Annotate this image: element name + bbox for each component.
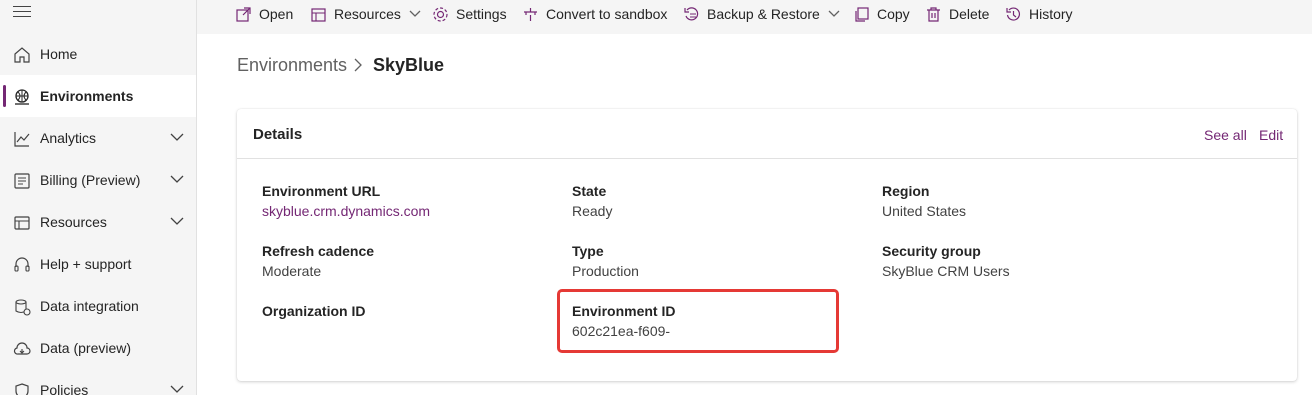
- sidebar-item-label: Help + support: [40, 256, 132, 272]
- settings-label: Settings: [456, 6, 507, 22]
- backup-label: Backup & Restore: [707, 6, 820, 22]
- backup-restore-menu-button[interactable]: Backup & Restore: [683, 0, 840, 28]
- state-label: State: [572, 183, 607, 199]
- open-label: Open: [259, 6, 294, 22]
- resources-icon: [14, 216, 30, 230]
- chevron-down-icon[interactable]: [170, 384, 184, 394]
- data-integration-icon: [15, 299, 31, 316]
- refresh-cadence-value: Moderate: [262, 263, 322, 279]
- chevron-down-icon: [409, 10, 421, 17]
- sidebar-item-label: Billing (Preview): [40, 172, 141, 188]
- sidebar-item-label: Data integration: [40, 298, 139, 314]
- copy-button[interactable]: Copy: [853, 0, 910, 28]
- trash-icon: [927, 6, 940, 22]
- delete-label: Delete: [949, 6, 990, 22]
- sidebar-item-billing[interactable]: Billing (Preview): [0, 159, 196, 201]
- history-icon: [1006, 7, 1021, 21]
- sidebar-item-policies[interactable]: Policies: [0, 369, 196, 395]
- copy-icon: [855, 6, 869, 22]
- data-preview-icon: [13, 342, 31, 355]
- security-group-value: SkyBlue CRM Users: [882, 263, 1010, 279]
- command-bar: Open Resources Settings Convert to sandb…: [197, 0, 1312, 34]
- type-label: Type: [572, 243, 604, 259]
- sidebar-item-resources[interactable]: Resources: [0, 201, 196, 243]
- sidebar-item-label: Analytics: [40, 130, 97, 146]
- state-value: Ready: [572, 203, 613, 219]
- environments-icon: [15, 89, 29, 105]
- sidebar-item-label: Policies: [40, 382, 89, 395]
- environment-url-link[interactable]: skyblue.crm.dynamics.com: [262, 203, 430, 219]
- policies-icon: [15, 383, 29, 395]
- sidebar-item-label: Home: [40, 46, 78, 62]
- sidebar-item-label: Data (preview): [40, 340, 132, 356]
- hamburger-menu-icon[interactable]: [13, 6, 31, 18]
- sidebar-item-label: Environments: [40, 88, 134, 104]
- convert-to-sandbox-button[interactable]: Convert to sandbox: [522, 0, 667, 28]
- copy-label: Copy: [877, 6, 910, 22]
- breadcrumb-environments-link[interactable]: Environments: [237, 55, 347, 76]
- chevron-right-icon: [354, 58, 362, 72]
- resources-icon: [311, 7, 326, 22]
- details-card-header: Details See all Edit: [237, 109, 1297, 159]
- refresh-cadence-label: Refresh cadence: [262, 243, 375, 259]
- headset-icon: [14, 257, 30, 272]
- type-value: Production: [572, 263, 639, 279]
- chevron-down-icon: [828, 10, 840, 17]
- sidebar-item-environments[interactable]: Environments: [0, 75, 196, 117]
- sidebar: Home Environments Analytics Billing (Pre…: [0, 0, 197, 395]
- region-label: Region: [882, 183, 930, 199]
- chevron-down-icon[interactable]: [170, 174, 184, 184]
- open-button[interactable]: Open: [235, 0, 293, 28]
- convert-label: Convert to sandbox: [546, 6, 668, 22]
- sidebar-item-data-preview[interactable]: Data (preview): [0, 327, 196, 369]
- region-value: United States: [882, 203, 967, 219]
- sidebar-item-data-integration[interactable]: Data integration: [0, 285, 196, 327]
- history-label: History: [1029, 6, 1073, 22]
- open-external-icon: [236, 6, 251, 22]
- highlight-box: [557, 289, 839, 353]
- sidebar-item-help[interactable]: Help + support: [0, 243, 196, 285]
- delete-button[interactable]: Delete: [925, 0, 989, 28]
- analytics-icon: [14, 132, 30, 147]
- resources-label: Resources: [334, 6, 401, 22]
- sandbox-icon: [524, 7, 537, 21]
- sidebar-item-label: Resources: [40, 214, 107, 230]
- resources-menu-button[interactable]: Resources: [310, 0, 421, 28]
- organization-id-label: Organization ID: [262, 303, 366, 319]
- sidebar-item-home[interactable]: Home: [0, 33, 196, 75]
- edit-link[interactable]: Edit: [1259, 127, 1283, 143]
- backup-restore-icon: [684, 6, 699, 20]
- home-icon: [14, 47, 30, 63]
- chevron-down-icon[interactable]: [170, 216, 184, 226]
- settings-button[interactable]: Settings: [432, 0, 507, 28]
- security-group-label: Security group: [882, 243, 981, 259]
- chevron-down-icon[interactable]: [170, 132, 184, 142]
- details-title: Details: [253, 126, 303, 143]
- gear-icon: [433, 6, 448, 22]
- billing-icon: [14, 173, 30, 189]
- history-button[interactable]: History: [1005, 0, 1073, 28]
- sidebar-item-analytics[interactable]: Analytics: [0, 117, 196, 159]
- environment-url-label: Environment URL: [262, 183, 381, 199]
- see-all-link[interactable]: See all: [1204, 127, 1247, 143]
- page-title: SkyBlue: [373, 55, 445, 75]
